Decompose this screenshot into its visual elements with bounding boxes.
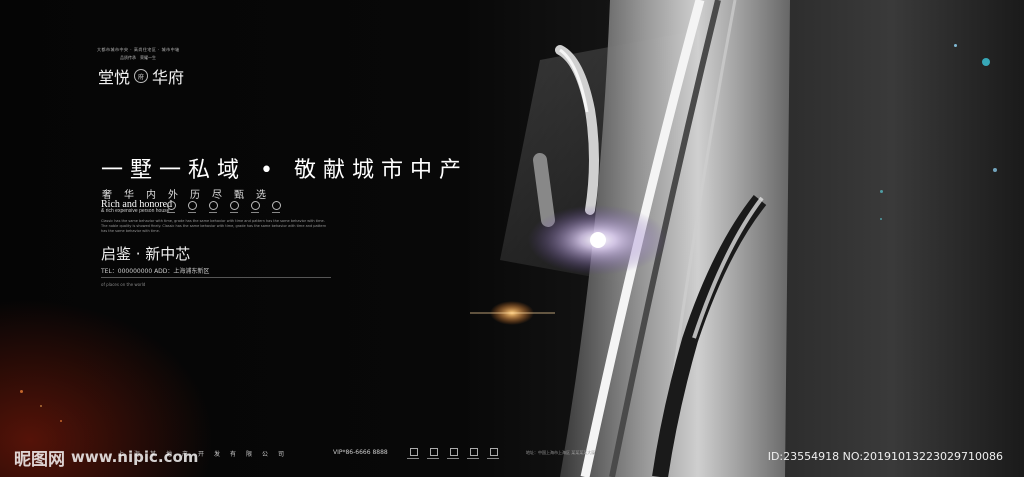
brand-tagline-secondary: 品质传承 荣耀一生 [120, 55, 156, 60]
partner-logo-icon [487, 446, 499, 459]
sparkle-dot [982, 58, 990, 66]
brand-name-left: 堂悦 [98, 68, 131, 87]
partner-logo-icon [427, 446, 439, 459]
feature-icon [229, 201, 239, 215]
footer-address: 地址：中国上海市上海区 某某某某大厦 [526, 450, 596, 455]
ember-dot [60, 420, 62, 422]
launch-title: 启鉴 · 新中芯 [101, 245, 191, 263]
watermark-site-name: 昵图网 [14, 449, 65, 470]
brand-name-right: 华府 [152, 68, 185, 87]
sparkle-dot [954, 44, 957, 47]
sparkle-dot [993, 168, 997, 172]
contact-line: TEL：000000000 ADD：上海浦东新区 [101, 268, 210, 275]
hero-body-copy: Classic has the same behavior with time,… [101, 219, 327, 233]
feature-icon [250, 201, 260, 215]
feature-icon [166, 201, 176, 215]
partner-logo-icon [407, 446, 419, 459]
divider [101, 277, 331, 278]
feature-icon [208, 201, 218, 215]
sparkle-dot [880, 190, 883, 193]
feature-icon [187, 201, 197, 215]
partner-logo-icon [447, 446, 459, 459]
feature-icon-row [166, 201, 281, 215]
watermark-url: www.nipic.com [71, 448, 199, 466]
image-id-label: ID:23554918 NO:20191013223029710086 [767, 450, 1003, 463]
brand-tagline: 大都市城市中央 · 高尚住宅区 · 城市中轴 [97, 47, 180, 52]
footer-vip-hotline: VIP*86-6666 8888 [333, 449, 388, 456]
footer-partner-logos [407, 446, 499, 459]
feature-icon [271, 201, 281, 215]
brand-seal-icon: 府 [134, 69, 149, 83]
brand-logo: 堂悦 府 华府 [98, 64, 184, 88]
ember-dot [40, 405, 42, 407]
ember-dot [20, 390, 23, 393]
partner-logo-icon [467, 446, 479, 459]
tiny-note: of places on the world [101, 282, 146, 287]
poster-canvas: 大都市城市中央 · 高尚住宅区 · 城市中轴 品质传承 荣耀一生 堂悦 府 华府… [0, 0, 1024, 477]
hero-english-subtitle: & rich expensive person house [101, 208, 170, 214]
sparkle-dot [880, 218, 882, 220]
watermark: 昵图网 www.nipic.com [0, 443, 198, 471]
hero-headline: 一墅一私域 • 敬献城市中产 [101, 158, 468, 183]
